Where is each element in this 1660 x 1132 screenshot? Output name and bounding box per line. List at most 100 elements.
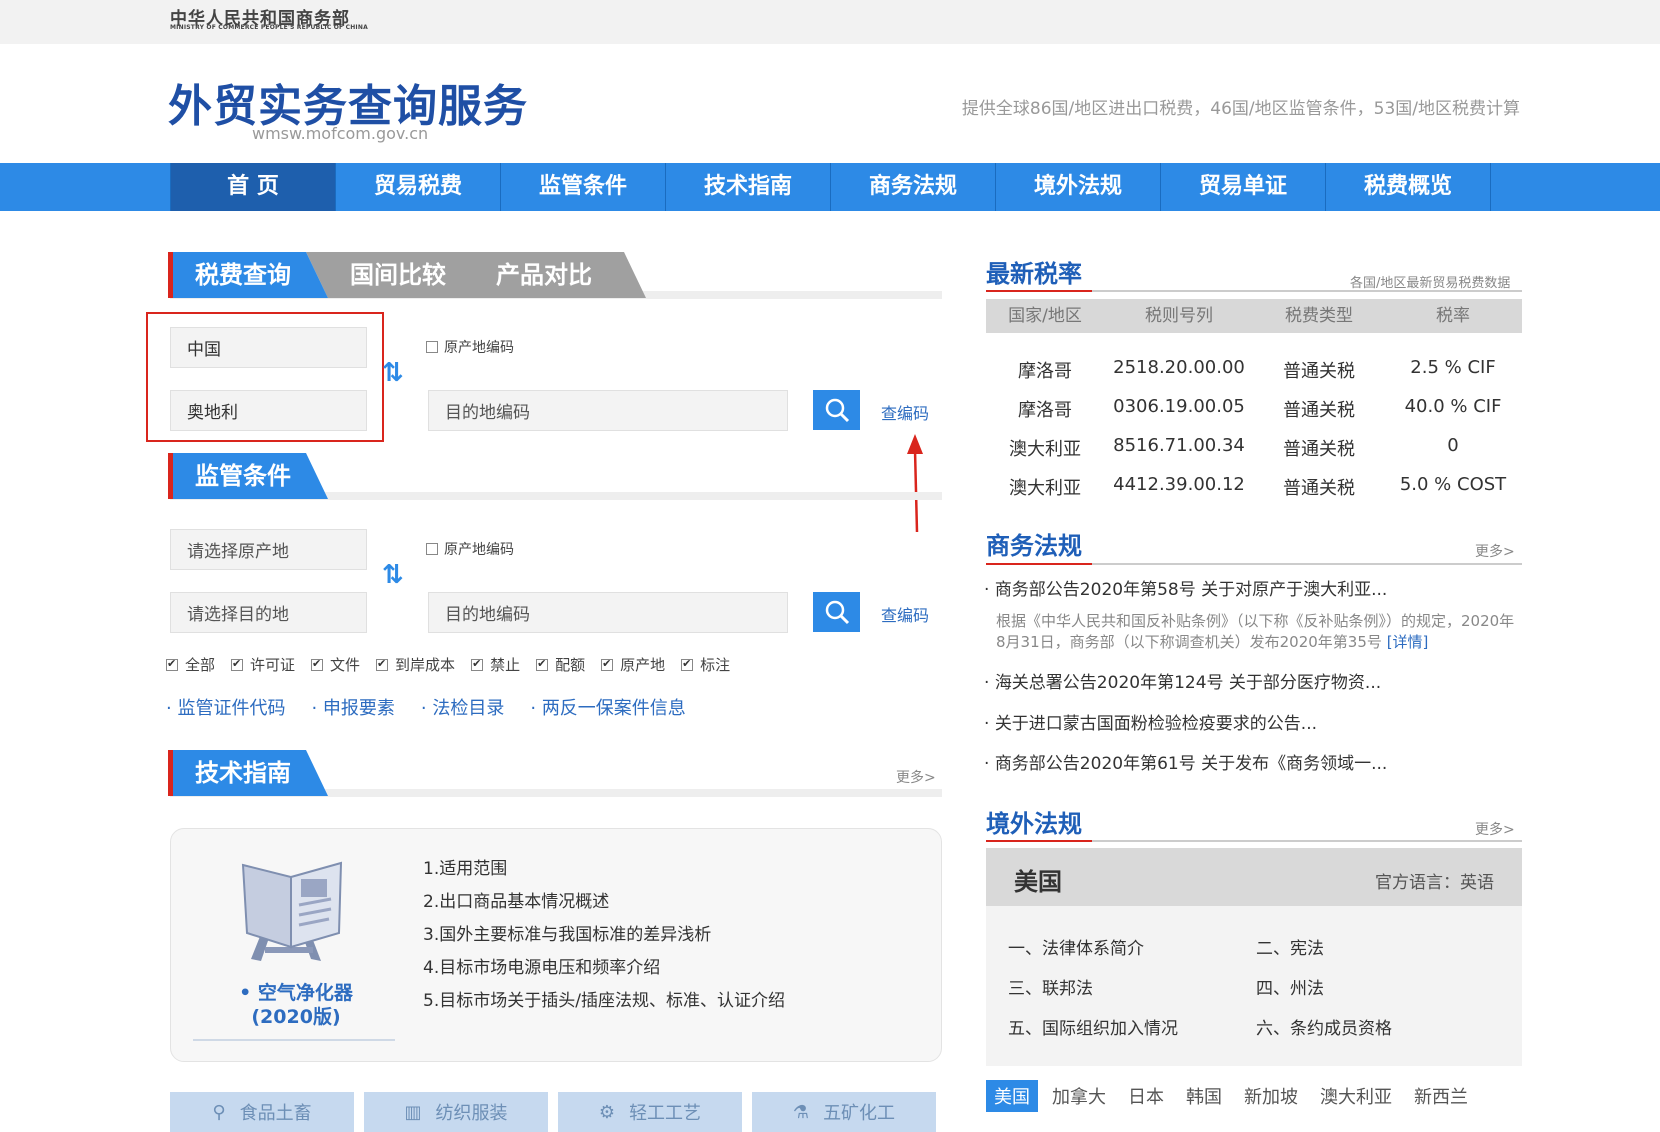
news-title[interactable]: 商务部公告2020年第58号 关于对原产于澳大利亚... bbox=[995, 580, 1388, 600]
nav-item-foreign-law[interactable]: 境外法规 bbox=[996, 163, 1161, 211]
filter-checkbox[interactable] bbox=[166, 657, 178, 671]
country-tab-japan[interactable]: 日本 bbox=[1120, 1080, 1172, 1112]
filter-quota[interactable]: 配额 bbox=[536, 654, 585, 675]
filter-prohibited[interactable]: 禁止 bbox=[471, 654, 520, 675]
category-light-industry[interactable]: ⚙ 轻工工艺 bbox=[558, 1092, 742, 1132]
foreign-law-more-link[interactable]: 更多> bbox=[1475, 819, 1515, 839]
foreign-law-country: 美国 bbox=[1014, 868, 1062, 896]
guide-product-name[interactable]: • 空气净化器 bbox=[221, 981, 371, 1005]
nav-item-supervision[interactable]: 监管条件 bbox=[501, 163, 666, 211]
guide-item[interactable]: 4.目标市场电源电压和频率介绍 bbox=[423, 952, 785, 985]
tab-country-compare[interactable]: 国间比较 bbox=[306, 252, 480, 298]
quick-link-label[interactable]: 法检目录 bbox=[432, 698, 504, 719]
nav-item-commerce-law[interactable]: 商务法规 bbox=[831, 163, 996, 211]
category-chemicals[interactable]: ⚗ 五矿化工 bbox=[752, 1092, 936, 1132]
supervision-origin-code-toggle[interactable]: 原产地编码 bbox=[426, 539, 514, 559]
guide-item[interactable]: 1.适用范围 bbox=[423, 853, 785, 886]
supervision-search-button[interactable] bbox=[813, 592, 860, 632]
filter-license[interactable]: 许可证 bbox=[231, 654, 295, 675]
country-tab-us[interactable]: 美国 bbox=[986, 1080, 1038, 1112]
table-row[interactable]: 澳大利亚 4412.39.00.12 普通关税 5.0 % COST bbox=[986, 474, 1522, 500]
foreign-law-item[interactable]: 五、国际组织加入情况 bbox=[1008, 1014, 1178, 1039]
quick-link-inspection[interactable]: · 法检目录 bbox=[421, 694, 504, 720]
tab-tax-query[interactable]: 税费查询 bbox=[168, 252, 328, 298]
destination-select[interactable]: 奥地利 bbox=[170, 390, 367, 431]
news-item[interactable]: · 商务部公告2020年第61号 关于发布《商务领域一... bbox=[984, 749, 1387, 774]
filter-checkbox[interactable] bbox=[471, 657, 484, 671]
cell-country: 摩洛哥 bbox=[1018, 400, 1072, 421]
table-row[interactable]: 摩洛哥 0306.19.00.05 普通关税 40.0 % CIF bbox=[986, 396, 1522, 422]
quick-link-cert-codes[interactable]: · 监管证件代码 bbox=[166, 694, 285, 720]
news-title[interactable]: 商务部公告2020年第61号 关于发布《商务领域一... bbox=[995, 754, 1388, 774]
foreign-law-item[interactable]: 二、宪法 bbox=[1256, 934, 1324, 959]
commerce-law-more-link[interactable]: 更多> bbox=[1475, 541, 1515, 561]
tech-guide-more-link[interactable]: 更多> bbox=[896, 767, 936, 787]
supervision-destination-select[interactable]: 请选择目的地 bbox=[170, 592, 367, 633]
swap-icon[interactable]: ⇅ bbox=[382, 560, 404, 590]
filter-all[interactable]: 全部 bbox=[166, 654, 215, 675]
foreign-law-item[interactable]: 四、州法 bbox=[1256, 974, 1324, 999]
table-row[interactable]: 澳大利亚 8516.71.00.34 普通关税 0 bbox=[986, 435, 1522, 461]
news-detail-link[interactable]: [详情] bbox=[1387, 633, 1429, 651]
filter-checkbox[interactable] bbox=[536, 657, 549, 671]
news-item[interactable]: · 商务部公告2020年第58号 关于对原产于澳大利亚... bbox=[984, 575, 1387, 600]
country-tab-australia[interactable]: 澳大利亚 bbox=[1312, 1080, 1400, 1112]
foreign-law-item[interactable]: 三、联邦法 bbox=[1008, 974, 1093, 999]
supervision-destination-code-input[interactable]: 目的地编码 bbox=[428, 592, 788, 633]
quick-link-label[interactable]: 两反一保案件信息 bbox=[542, 698, 686, 719]
category-textile[interactable]: ▥ 纺织服装 bbox=[364, 1092, 548, 1132]
filter-label: 许可证 bbox=[250, 656, 296, 674]
filter-checkbox[interactable] bbox=[376, 657, 389, 671]
filter-checkbox[interactable] bbox=[311, 657, 324, 671]
nav-item-tech-guide[interactable]: 技术指南 bbox=[666, 163, 831, 211]
origin-code-checkbox[interactable] bbox=[426, 341, 438, 353]
origin-select[interactable]: 中国 bbox=[170, 327, 367, 368]
guide-product-edition: (2020版) bbox=[251, 1006, 341, 1028]
nav-item-home[interactable]: 首 页 bbox=[171, 163, 336, 211]
news-title[interactable]: 关于进口蒙古国面粉检验检疫要求的公告... bbox=[995, 714, 1317, 734]
guide-item[interactable]: 2.出口商品基本情况概述 bbox=[423, 886, 785, 919]
news-title[interactable]: 海关总署公告2020年第124号 关于部分医疗物资... bbox=[995, 673, 1381, 693]
guide-item[interactable]: 3.国外主要标准与我国标准的差异浅析 bbox=[423, 919, 785, 952]
guide-product-title[interactable]: • 空气净化器 (2020版) bbox=[221, 981, 371, 1029]
quick-link-label[interactable]: 监管证件代码 bbox=[177, 698, 285, 719]
news-item[interactable]: · 关于进口蒙古国面粉检验检疫要求的公告... bbox=[984, 709, 1317, 734]
lookup-code-link[interactable]: 查编码 bbox=[881, 400, 929, 424]
news-item[interactable]: · 海关总署公告2020年第124号 关于部分医疗物资... bbox=[984, 668, 1381, 693]
filter-landed-cost[interactable]: 到岸成本 bbox=[376, 654, 455, 675]
category-food[interactable]: ⚲ 食品土畜 bbox=[170, 1092, 354, 1132]
country-tab-singapore[interactable]: 新加坡 bbox=[1236, 1080, 1306, 1112]
filter-label: 配额 bbox=[555, 656, 586, 674]
destination-code-input[interactable]: 目的地编码 bbox=[428, 390, 788, 431]
filter-checkbox[interactable] bbox=[681, 657, 694, 671]
nav-item-trade-docs[interactable]: 贸易单证 bbox=[1161, 163, 1326, 211]
quick-link-trade-remedy[interactable]: · 两反一保案件信息 bbox=[530, 694, 685, 720]
filter-labeling[interactable]: 标注 bbox=[681, 654, 730, 675]
table-row[interactable]: 摩洛哥 2518.20.00.00 普通关税 2.5 % CIF bbox=[986, 357, 1522, 383]
filter-checkbox[interactable] bbox=[601, 657, 614, 671]
quick-link-declaration[interactable]: · 申报要素 bbox=[311, 694, 394, 720]
country-tab-canada[interactable]: 加拿大 bbox=[1044, 1080, 1114, 1112]
country-tab-new-zealand[interactable]: 新西兰 bbox=[1406, 1080, 1476, 1112]
quick-link-label[interactable]: 申报要素 bbox=[323, 698, 395, 719]
search-button[interactable] bbox=[813, 390, 860, 430]
filter-origin[interactable]: 原产地 bbox=[601, 654, 665, 675]
latest-rates-subtitle[interactable]: 各国/地区最新贸易税费数据 bbox=[1350, 272, 1510, 291]
tab-product-compare[interactable]: 产品对比 bbox=[452, 252, 646, 298]
foreign-law-item[interactable]: 一、法律体系简介 bbox=[1008, 934, 1144, 959]
filter-checkbox[interactable] bbox=[231, 657, 244, 671]
origin-code-toggle[interactable]: 原产地编码 bbox=[426, 337, 514, 357]
supervision-origin-select[interactable]: 请选择原产地 bbox=[170, 529, 367, 570]
nav-item-trade-tax[interactable]: 贸易税费 bbox=[336, 163, 501, 211]
supervision-lookup-code-link[interactable]: 查编码 bbox=[881, 602, 929, 626]
cell-tax-type: 普通关税 bbox=[1283, 439, 1355, 460]
swap-icon[interactable]: ⇅ bbox=[382, 358, 404, 388]
origin-code-checkbox[interactable] bbox=[426, 543, 438, 555]
country-tab-korea[interactable]: 韩国 bbox=[1178, 1080, 1230, 1112]
nav-item-tax-overview[interactable]: 税费概览 bbox=[1326, 163, 1491, 211]
col-header: 税率 bbox=[1436, 306, 1470, 326]
filter-document[interactable]: 文件 bbox=[311, 654, 360, 675]
commerce-law-title: 商务法规 bbox=[986, 532, 1082, 560]
guide-item[interactable]: 5.目标市场关于插头/插座法规、标准、认证介绍 bbox=[423, 985, 785, 1018]
foreign-law-item[interactable]: 六、条约成员资格 bbox=[1256, 1014, 1392, 1039]
